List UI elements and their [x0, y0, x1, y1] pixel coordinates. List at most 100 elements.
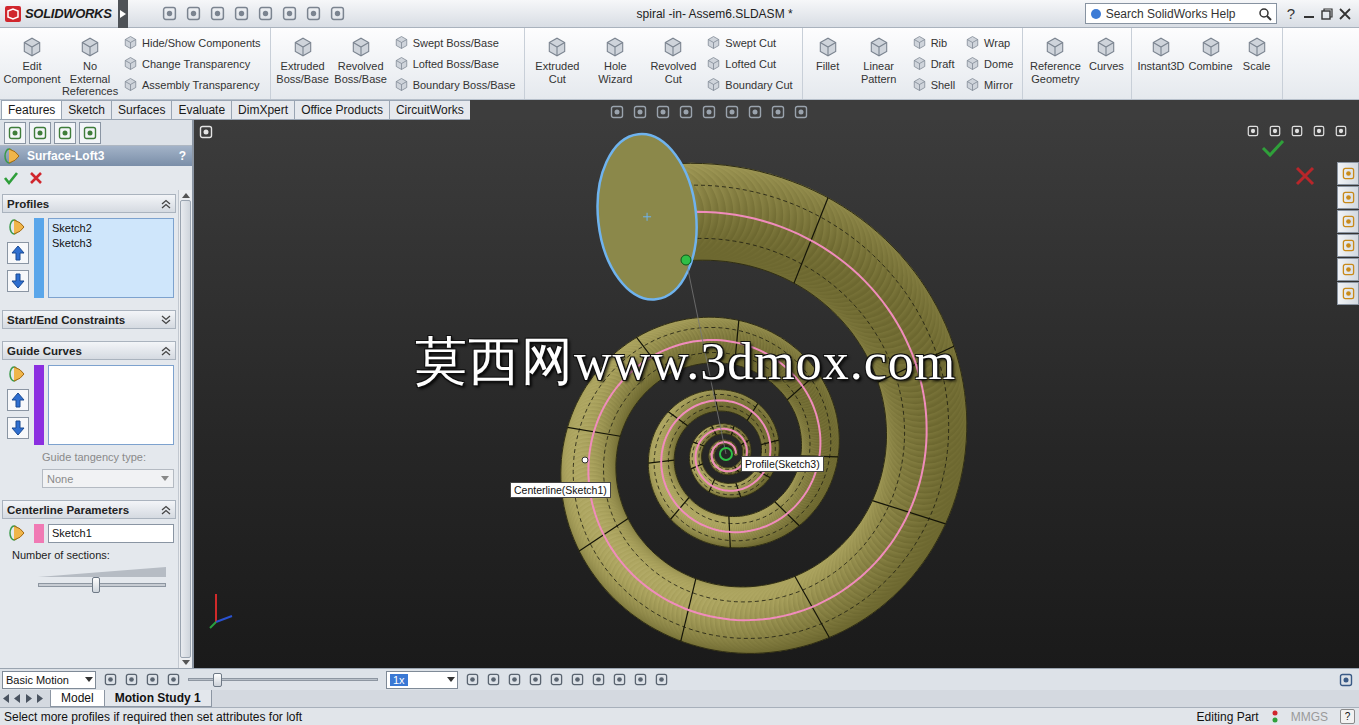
ribbon-button[interactable]: Boundary Boss/Base	[394, 77, 516, 92]
vp-close-icon[interactable]	[1335, 125, 1347, 137]
first-tab-icon[interactable]	[2, 694, 11, 703]
slider-thumb[interactable]	[92, 577, 100, 593]
task-pane-button[interactable]	[1337, 210, 1359, 233]
add-key-icon[interactable]	[550, 673, 563, 686]
ribbon-button[interactable]: Draft	[912, 56, 955, 71]
ribbon-button[interactable]: Lofted Cut	[706, 56, 792, 71]
ribbon-button[interactable]: Scale	[1235, 28, 1279, 99]
collapse-icon[interactable]	[161, 505, 171, 515]
manager-tab[interactable]	[54, 122, 76, 144]
ribbon-button[interactable]: Hide/Show Components	[123, 35, 261, 50]
confirm-x-icon[interactable]	[1295, 166, 1315, 186]
ribbon-button[interactable]: Wrap	[965, 35, 1013, 50]
play-from-start-icon[interactable]	[125, 673, 138, 686]
undo-icon[interactable]	[258, 6, 273, 21]
status-help-button[interactable]: ?	[1340, 709, 1355, 724]
unit-system[interactable]: MMGS	[1291, 710, 1328, 724]
move-up-button[interactable]	[7, 389, 29, 411]
scroll-down-icon[interactable]	[182, 660, 190, 666]
prev-view-icon[interactable]	[1247, 125, 1259, 137]
move-down-button[interactable]	[7, 417, 29, 439]
magnifier-icon[interactable]	[1258, 7, 1272, 21]
section-header[interactable]: Start/End Constraints	[2, 310, 176, 329]
playback-mode-icon[interactable]	[466, 673, 479, 686]
animation-wizard-icon[interactable]	[508, 673, 521, 686]
flyout-tree-icon[interactable]	[199, 125, 213, 139]
command-tab[interactable]: CircuitWorks	[389, 100, 471, 119]
ribbon-button[interactable]: Reference Geometry	[1026, 28, 1084, 99]
custom-properties-icon[interactable]	[1342, 287, 1355, 300]
save-icon[interactable]	[210, 6, 225, 21]
ribbon-button[interactable]: Revolved Boss/Base	[332, 28, 390, 99]
playback-speed-select[interactable]: 1x	[386, 671, 458, 689]
hide-show-icon[interactable]	[725, 105, 739, 119]
ribbon-button[interactable]: Boundary Cut	[706, 77, 792, 92]
profiles-list[interactable]: Sketch2Sketch3	[48, 218, 174, 298]
slider-track[interactable]	[38, 583, 166, 587]
ribbon-button[interactable]: Linear Pattern	[850, 28, 908, 99]
next-tab-icon[interactable]	[24, 694, 33, 703]
ok-check-icon[interactable]	[3, 170, 19, 186]
zoom-fit-icon[interactable]	[610, 105, 624, 119]
design-library-icon[interactable]	[1342, 191, 1355, 204]
study-tab[interactable]: Model	[50, 690, 105, 707]
ribbon-button[interactable]: Dome	[965, 56, 1013, 71]
command-tab[interactable]: Office Products	[294, 100, 390, 119]
task-pane-button[interactable]	[1337, 282, 1359, 305]
command-tab[interactable]: Surfaces	[111, 100, 172, 119]
manager-tab[interactable]	[29, 122, 51, 144]
home-icon[interactable]	[1342, 167, 1355, 180]
new-icon[interactable]	[162, 6, 177, 21]
view-settings-icon[interactable]	[794, 105, 808, 119]
ribbon-button[interactable]: Swept Boss/Base	[394, 35, 516, 50]
task-pane-button[interactable]	[1337, 258, 1359, 281]
section-view-icon[interactable]	[656, 105, 670, 119]
guides-list[interactable]	[48, 365, 174, 445]
task-pane-button[interactable]	[1337, 234, 1359, 257]
property-manager-icon[interactable]	[33, 126, 47, 140]
contact-icon[interactable]	[613, 673, 626, 686]
play-icon[interactable]	[146, 673, 159, 686]
list-item[interactable]: Sketch2	[52, 221, 170, 236]
confirm-corner-cancel[interactable]	[1295, 166, 1315, 188]
appearances-icon[interactable]	[1342, 263, 1355, 276]
ribbon-button[interactable]: Hole Wizard	[586, 28, 644, 99]
search-box[interactable]: Search SolidWorks Help	[1085, 3, 1277, 24]
move-up-button[interactable]	[7, 242, 29, 264]
command-tab[interactable]: DimXpert	[231, 100, 295, 119]
study-tab[interactable]: Motion Study 1	[104, 690, 212, 707]
autokey-icon[interactable]	[529, 673, 542, 686]
sections-slider[interactable]	[6, 567, 174, 587]
task-pane-button[interactable]	[1337, 162, 1359, 185]
calculate-icon[interactable]	[104, 673, 117, 686]
pm-help-button[interactable]: ?	[179, 149, 186, 163]
move-down-button[interactable]	[7, 270, 29, 292]
task-pane-button[interactable]	[1337, 186, 1359, 209]
ribbon-button[interactable]: Rib	[912, 35, 955, 50]
scroll-thumb[interactable]	[180, 200, 191, 658]
ribbon-button[interactable]: Edit Component	[3, 28, 61, 99]
manager-tab[interactable]	[4, 122, 26, 144]
vp-minimize-icon[interactable]	[1291, 125, 1303, 137]
command-tab[interactable]: Sketch	[61, 100, 112, 119]
ribbon-button[interactable]: Fillet	[806, 28, 850, 99]
next-view-icon[interactable]	[1269, 125, 1281, 137]
spring-icon[interactable]	[592, 673, 605, 686]
playback-thumb[interactable]	[213, 673, 222, 687]
ribbon-button[interactable]: Combine	[1187, 28, 1235, 99]
zoom-area-icon[interactable]	[633, 105, 647, 119]
list-item[interactable]: Sketch3	[52, 236, 170, 251]
study-type-select[interactable]: Basic Motion	[2, 671, 96, 689]
feature-tree-icon[interactable]	[8, 126, 22, 140]
view-orientation-icon[interactable]	[679, 105, 693, 119]
expand-icon[interactable]	[161, 315, 171, 325]
options-icon[interactable]	[330, 6, 345, 21]
display-style-icon[interactable]	[702, 105, 716, 119]
file-explorer-icon[interactable]	[1342, 215, 1355, 228]
ribbon-button[interactable]: Curves	[1084, 28, 1128, 99]
ribbon-button[interactable]: Revolved Cut	[644, 28, 702, 99]
close-icon[interactable]	[1339, 8, 1351, 20]
open-icon[interactable]	[186, 6, 201, 21]
collapse-icon[interactable]	[161, 199, 171, 209]
scrollbar[interactable]	[178, 190, 192, 668]
